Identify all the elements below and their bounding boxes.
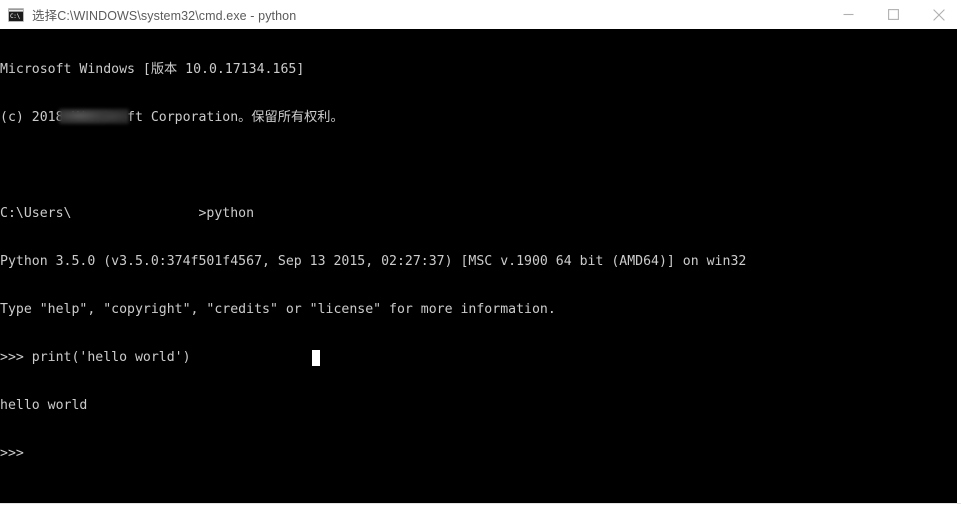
title-bar-left: C:\ 选择C:\WINDOWS\system32\cmd.exe - pyth…	[0, 5, 826, 24]
console-line: (c) 2018 Microsoft Corporation。保留所有权利。	[0, 110, 344, 125]
maximize-icon	[888, 9, 899, 20]
close-icon	[932, 8, 945, 21]
minimize-button[interactable]	[826, 0, 871, 29]
console-output: Microsoft Windows [版本 10.0.17134.165] (c…	[0, 30, 957, 494]
console-line-python-output: hello world	[0, 398, 88, 413]
console-line: Type "help", "copyright", "credits" or "…	[0, 302, 556, 317]
console-line-prompt-path: C:\Users\ >python	[0, 206, 255, 221]
title-bar[interactable]: C:\ 选择C:\WINDOWS\system32\cmd.exe - pyth…	[0, 0, 961, 29]
console-line-python-prompt: >>>	[0, 446, 24, 461]
redacted-username-blur	[59, 109, 129, 124]
minimize-icon	[843, 13, 854, 16]
console-line: Python 3.5.0 (v3.5.0:374f501f4567, Sep 1…	[0, 254, 747, 269]
window-controls	[826, 0, 961, 29]
console-line: Microsoft Windows [版本 10.0.17134.165]	[0, 62, 305, 77]
cmd-console-icon: C:\	[8, 7, 24, 22]
window-title: 选择C:\WINDOWS\system32\cmd.exe - python	[32, 9, 297, 23]
window-right-edge	[957, 29, 961, 503]
text-cursor	[312, 350, 320, 366]
console-screen[interactable]: Microsoft Windows [版本 10.0.17134.165] (c…	[0, 29, 957, 503]
cmd-icon-prompt-text: C:\	[9, 11, 23, 21]
cmd-window: C:\ 选择C:\WINDOWS\system32\cmd.exe - pyth…	[0, 0, 961, 511]
close-button[interactable]	[916, 0, 961, 29]
maximize-button[interactable]	[871, 0, 916, 29]
console-line-python-input: >>> print('hello world')	[0, 350, 191, 365]
window-bottom-edge	[0, 503, 961, 511]
